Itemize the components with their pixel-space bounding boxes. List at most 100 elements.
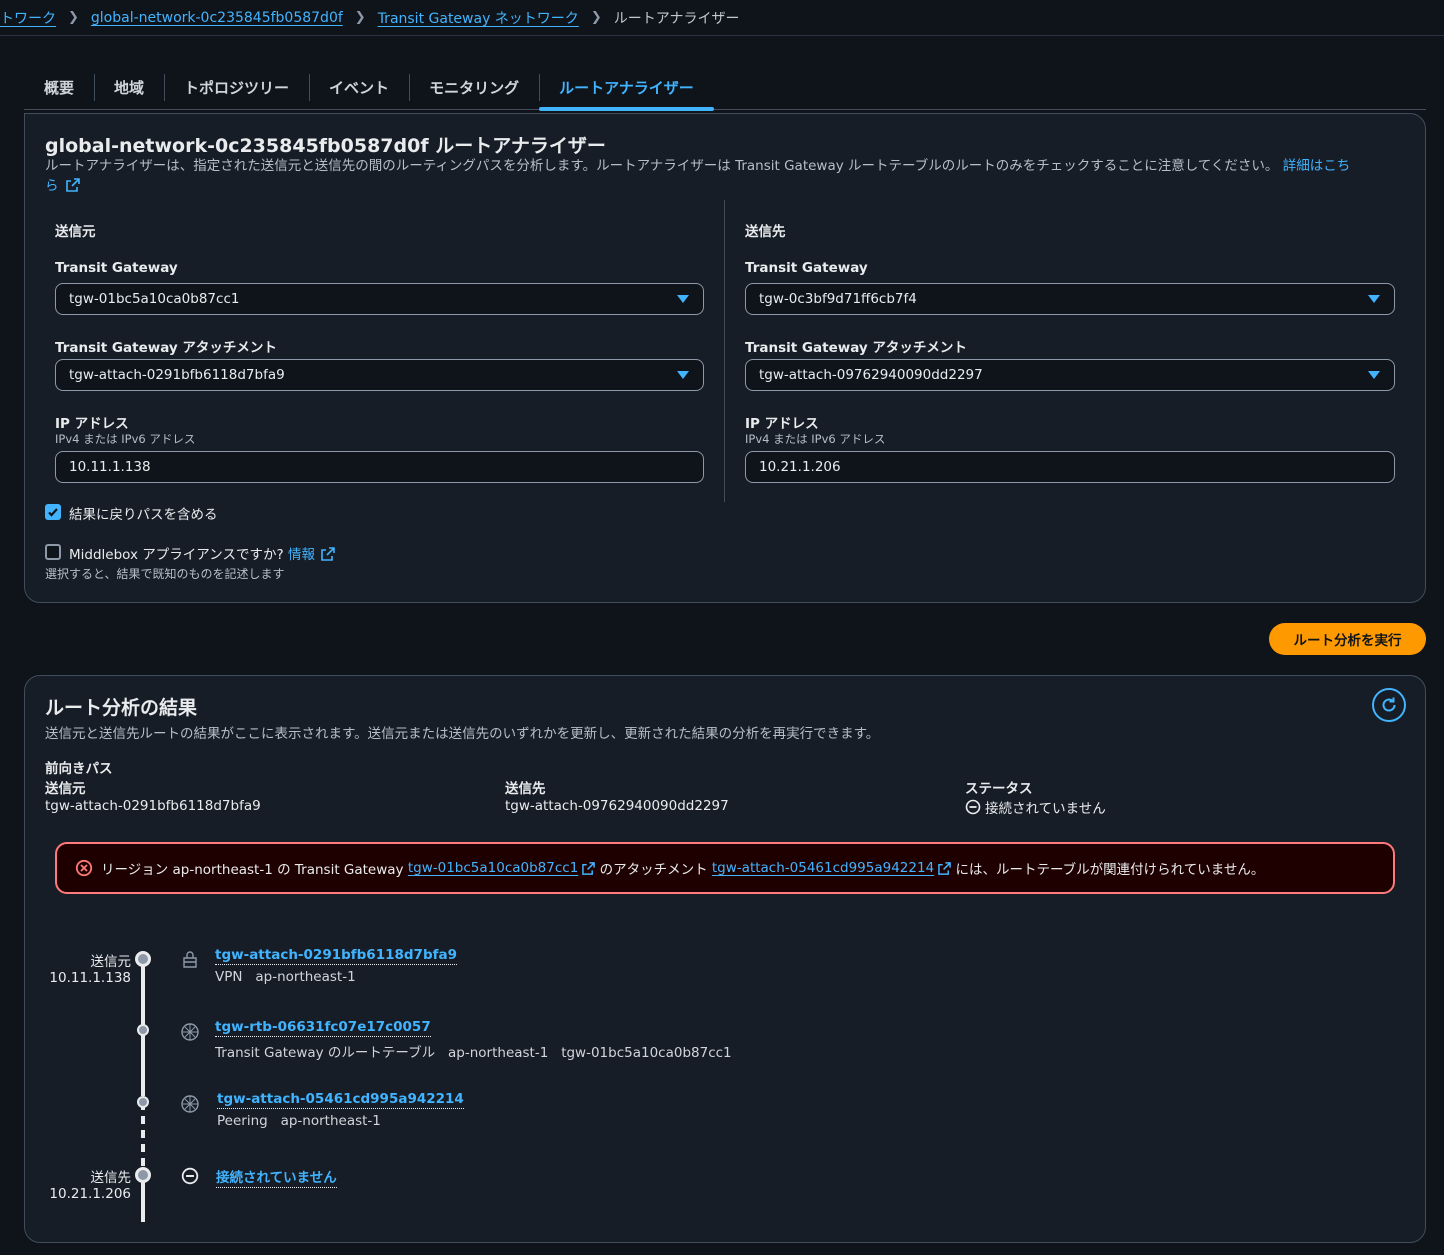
destination-tgw-value: tgw-0c3bf9d71ff6cb7f4 [759,291,917,307]
destination-ip-label: IP アドレス [745,416,819,432]
column-divider [724,200,725,502]
external-link-icon [65,178,80,192]
tab-regions[interactable]: 地域 [94,66,164,109]
middlebox-description: 選択すると、結果で既知のものを記述します [45,567,285,581]
route-table-icon [181,1023,199,1041]
forward-path-label: 前向きパス [45,761,113,777]
destination-tgw-label: Transit Gateway [745,260,868,276]
destination-ip-sublabel: IPv4 または IPv6 アドレス [745,432,886,446]
timeline-node [137,1024,149,1036]
source-attachment-select[interactable]: tgw-attach-0291bfb6118d7bfa9 [55,359,704,391]
caret-down-icon [677,371,689,379]
timeline-line-tail [141,1180,145,1222]
timeline-node [137,1096,149,1108]
source-heading: 送信元 [55,224,96,240]
step-meta-region: ap-northeast-1 [448,1045,549,1061]
source-tgw-label: Transit Gateway [55,260,178,276]
destination-tgw-select[interactable]: tgw-0c3bf9d71ff6cb7f4 [745,283,1395,315]
step-meta-tgw: tgw-01bc5a10ca0b87cc1 [561,1045,732,1061]
breadcrumb-link-global-network[interactable]: global-network-0c235845fb0587d0f [91,10,343,26]
learn-more-label-2: ら [45,178,59,194]
checkmark-icon [48,508,58,517]
result-source-label: 送信元 [45,781,86,797]
return-path-label: 結果に戻りパスを含める [69,507,218,523]
results-description: 送信元と送信先ルートの結果がここに表示されます。送信元または送信先のいずれかを更… [45,726,880,742]
caret-down-icon [1368,295,1380,303]
middlebox-label-row: Middlebox アプライアンスですか? 情報 [69,543,336,563]
page-title: global-network-0c235845fb0587d0f ルートアナライ… [45,135,606,157]
caret-down-icon [1368,371,1380,379]
run-route-analysis-button[interactable]: ルート分析を実行 [1269,623,1426,655]
destination-attachment-select[interactable]: tgw-attach-09762940090dd2297 [745,359,1395,391]
step-meta: Peering ap-northeast-1 [217,1113,381,1129]
source-tgw-select[interactable]: tgw-01bc5a10ca0b87cc1 [55,283,704,315]
tab-events[interactable]: イベント [309,66,409,109]
timeline-start-label: 送信元 [90,954,132,970]
step-meta-type: Transit Gateway のルートテーブル [215,1045,436,1061]
breadcrumb-link-network-manager[interactable]: トワーク [0,8,56,28]
caret-down-icon [677,295,689,303]
alert-attachment-link[interactable]: tgw-attach-05461cd995a942214 [712,860,934,876]
middlebox-checkbox[interactable] [45,544,61,560]
step-meta-region: ap-northeast-1 [280,1113,381,1129]
vpn-icon [183,951,197,968]
source-attachment-label: Transit Gateway アタッチメント [55,340,277,356]
analyzer-description-text: ルートアナライザーは、指定された送信元と送信先の間のルーティングパスを分析します… [45,158,1279,174]
chevron-right-icon: ❯ [590,10,602,25]
external-link-icon [321,547,336,561]
breadcrumb-link-tgw-network[interactable]: Transit Gateway ネットワーク [378,8,579,28]
middlebox-label: Middlebox アプライアンスですか? [69,547,284,563]
refresh-button[interactable] [1372,688,1406,722]
step-meta: VPN ap-northeast-1 [215,969,356,985]
result-status: 接続されていません [965,797,1106,817]
timeline-node-start [135,951,151,967]
destination-attachment-label: Transit Gateway アタッチメント [745,340,967,356]
source-ip-sublabel: IPv4 または IPv6 アドレス [55,432,196,446]
timeline-node-end [135,1167,151,1183]
step-meta-type: VPN [215,969,243,985]
route-analyzer-panel: global-network-0c235845fb0587d0f ルートアナライ… [24,113,1426,603]
alert-text-3: には、ルートテーブルが関連付けられていません。 [955,862,1265,878]
status-not-connected-icon [965,799,981,815]
external-link-icon [582,861,596,875]
timeline-line-dashed [141,1102,145,1168]
alert-text-2: のアタッチメント [599,862,708,878]
return-path-checkbox[interactable] [45,504,61,520]
destination-attachment-value: tgw-attach-09762940090dd2297 [759,367,983,383]
middlebox-info-label: 情報 [287,547,315,563]
result-destination-label: 送信先 [505,781,546,797]
step-not-connected-link[interactable]: 接続されていません [216,1166,337,1188]
breadcrumb-current: ルートアナライザー [613,10,740,27]
step-route-table-link[interactable]: tgw-rtb-06631fc07e17c0057 [215,1019,431,1037]
refresh-icon [1382,697,1396,712]
tab-overview[interactable]: 概要 [24,66,94,109]
middlebox-info-link[interactable]: 情報 [287,547,336,563]
external-link-icon [938,861,951,875]
source-tgw-value: tgw-01bc5a10ca0b87cc1 [69,291,240,307]
result-status-label: ステータス [965,781,1033,797]
destination-ip-input[interactable]: 10.21.1.206 [745,451,1395,483]
result-destination-value: tgw-attach-09762940090dd2297 [505,798,729,814]
timeline-end-label: 送信先 [90,1170,132,1186]
tab-route-analyzer[interactable]: ルートアナライザー [539,66,714,111]
source-ip-input[interactable]: 10.11.1.138 [55,451,704,483]
alert-tgw-link[interactable]: tgw-01bc5a10ca0b87cc1 [408,860,578,876]
analyzer-description: ルートアナライザーは、指定された送信元と送信先の間のルーティングパスを分析します… [45,156,1395,196]
error-alert: リージョン ap-northeast-1 の Transit Gateway t… [55,842,1395,894]
destination-heading: 送信先 [745,224,786,240]
source-ip-label: IP アドレス [55,416,129,432]
step-meta: Transit Gateway のルートテーブル ap-northeast-1 … [215,1041,732,1061]
tab-topology-tree[interactable]: トポロジツリー [164,66,309,109]
step-meta-region: ap-northeast-1 [255,969,356,985]
not-connected-icon [181,1167,199,1185]
timeline-end-ip: 10.21.1.206 [49,1186,131,1202]
step-attachment-link[interactable]: tgw-attach-0291bfb6118d7bfa9 [215,947,457,965]
tab-monitoring[interactable]: モニタリング [409,66,539,109]
alert-text-1: リージョン ap-northeast-1 の Transit Gateway [101,862,404,878]
result-status-value: 接続されていません [985,801,1106,817]
step-peering-attachment-link[interactable]: tgw-attach-05461cd995a942214 [217,1091,464,1109]
results-title: ルート分析の結果 [45,697,198,719]
source-attachment-value: tgw-attach-0291bfb6118d7bfa9 [69,367,285,383]
chevron-right-icon: ❯ [354,10,366,25]
timeline-start-ip: 10.11.1.138 [49,970,131,986]
